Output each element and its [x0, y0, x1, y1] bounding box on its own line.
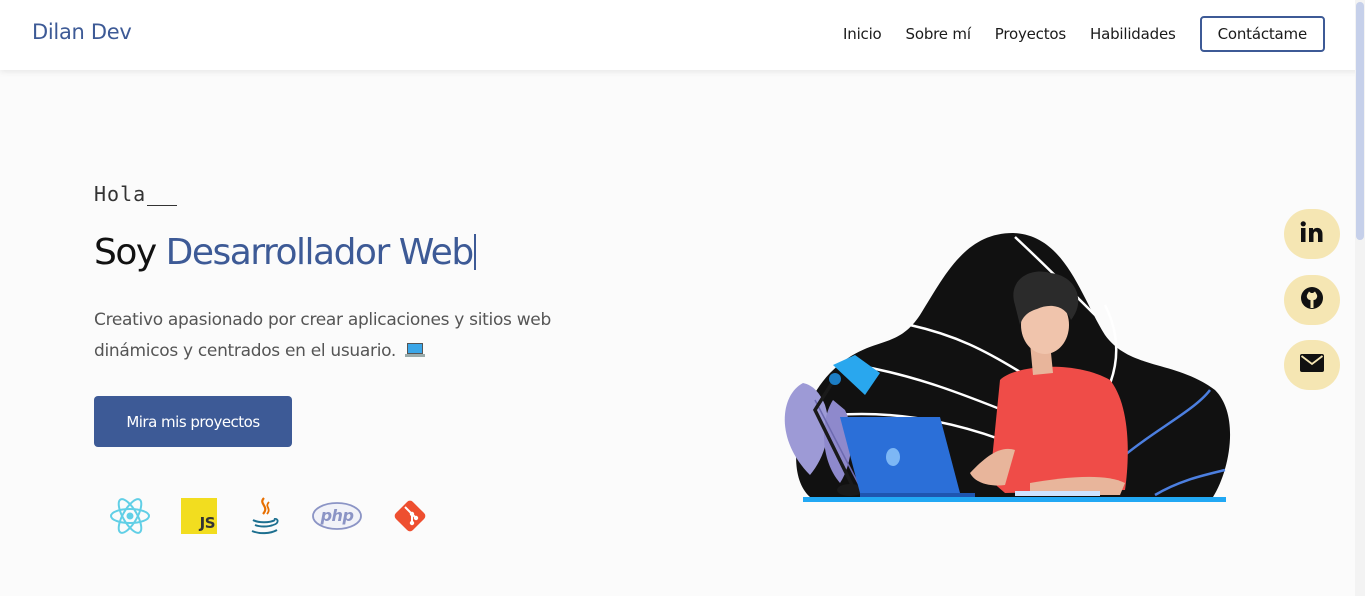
linkedin-icon — [1300, 221, 1324, 247]
typing-cursor — [147, 188, 178, 206]
php-icon: php — [310, 494, 364, 538]
java-icon — [242, 494, 286, 538]
linkedin-button[interactable] — [1284, 209, 1340, 259]
git-icon — [388, 494, 432, 538]
nav-link-habilidades[interactable]: Habilidades — [1090, 25, 1176, 43]
contact-button[interactable]: Contáctame — [1199, 16, 1325, 52]
javascript-icon: JS — [177, 494, 221, 538]
email-icon — [1300, 354, 1324, 376]
hero-description: Creativo apasionado por crear aplicacion… — [94, 305, 614, 367]
nav-link-sobre-mi[interactable]: Sobre mí — [906, 25, 971, 43]
js-label: JS — [199, 514, 216, 532]
text-caret — [473, 234, 476, 270]
greeting-word: Hola — [94, 182, 147, 206]
headline-prefix: Soy — [94, 232, 166, 273]
nav-links: Inicio Sobre mí Proyectos Habilidades Co… — [843, 16, 1325, 52]
scrollbar-thumb[interactable] — [1356, 2, 1364, 240]
email-button[interactable] — [1284, 340, 1340, 390]
hero-description-text: Creativo apasionado por crear aplicacion… — [94, 310, 551, 361]
headline-role: Desarrollador Web — [165, 232, 475, 273]
navbar: Dilan Dev Inicio Sobre mí Proyectos Habi… — [0, 0, 1365, 70]
nav-link-proyectos[interactable]: Proyectos — [995, 25, 1066, 43]
laptop-emoji-icon — [405, 343, 426, 357]
php-label: php — [320, 506, 354, 525]
github-button[interactable] — [1284, 275, 1340, 325]
page-scrollbar[interactable] — [1355, 0, 1365, 596]
brand-logo[interactable]: Dilan Dev — [32, 20, 132, 44]
react-icon — [108, 494, 152, 538]
github-icon — [1300, 286, 1324, 314]
greeting-text: Hola — [94, 182, 178, 206]
developer-illustration — [775, 225, 1240, 510]
page-title: Soy Desarrollador Web — [94, 232, 476, 273]
view-projects-button[interactable]: Mira mis proyectos — [94, 396, 292, 447]
nav-link-inicio[interactable]: Inicio — [843, 25, 882, 43]
